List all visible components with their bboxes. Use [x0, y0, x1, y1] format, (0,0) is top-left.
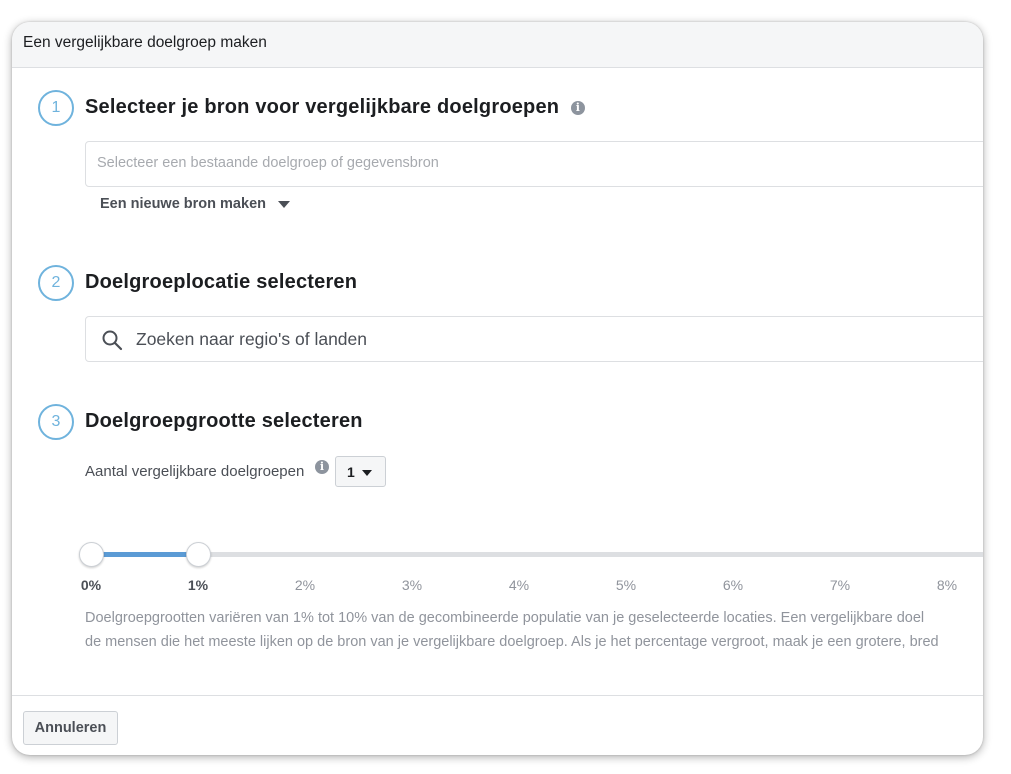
- slider-tick-label: 6%: [722, 577, 744, 593]
- cancel-button[interactable]: Annuleren: [23, 711, 118, 745]
- slider-tick-label: 4%: [508, 577, 530, 593]
- slider-handle-start[interactable]: [78, 542, 104, 567]
- step-3-circle: 3: [38, 404, 74, 440]
- slider-tick-label: 7%: [829, 577, 851, 593]
- size-description-line-2: de mensen die het meeste lijken op de br…: [85, 634, 939, 650]
- source-select-placeholder: Selecteer een bestaande doelgroep of geg…: [97, 155, 439, 171]
- slider-tick-label: 5%: [615, 577, 637, 593]
- lookalike-dialog: Een vergelijkbare doelgroep maken 1 Sele…: [12, 22, 983, 755]
- new-source-dropdown[interactable]: Een nieuwe bron maken: [100, 196, 290, 212]
- location-search-input[interactable]: Zoeken naar regio's of landen S: [85, 316, 983, 362]
- source-select-input[interactable]: Selecteer een bestaande doelgroep of geg…: [85, 141, 983, 187]
- slider-tick-label: 3%: [401, 577, 423, 593]
- new-source-label: Een nieuwe bron maken: [100, 196, 266, 212]
- size-description-line-1: Doelgroepgrootten variëren van 1% tot 10…: [85, 610, 925, 626]
- info-icon[interactable]: i: [315, 460, 329, 474]
- step-1-title-text: Selecteer je bron voor vergelijkbare doe…: [85, 96, 560, 118]
- slider-tick-label: 0%: [80, 577, 102, 593]
- slider-tick-label: 1%: [187, 577, 209, 593]
- step-1-title: Selecteer je bron voor vergelijkbare doe…: [85, 96, 585, 119]
- caret-down-icon: [278, 200, 290, 208]
- lookalike-count-value: 1: [347, 464, 355, 480]
- slider-tick-label: 8%: [936, 577, 958, 593]
- dialog-header: Een vergelijkbare doelgroep maken: [12, 22, 983, 68]
- size-slider-track[interactable]: [91, 552, 983, 557]
- footer-divider: [12, 695, 983, 696]
- caret-down-icon: [362, 470, 372, 476]
- slider-handle-end[interactable]: [185, 542, 211, 567]
- size-slider-fill: [91, 552, 198, 557]
- lookalike-count-select[interactable]: 1: [335, 456, 386, 487]
- location-search-placeholder: Zoeken naar regio's of landen: [136, 329, 367, 349]
- search-icon: [102, 330, 123, 351]
- step-2-circle: 2: [38, 265, 74, 301]
- lookalike-count-label: Aantal vergelijkbare doelgroepen: [85, 463, 305, 480]
- dialog-title: Een vergelijkbare doelgroep maken: [23, 34, 267, 51]
- step-1-circle: 1: [38, 90, 74, 126]
- slider-tick-label: 2%: [294, 577, 316, 593]
- info-icon[interactable]: i: [570, 100, 585, 115]
- step-3-title: Doelgroepgrootte selecteren: [85, 410, 363, 432]
- step-2-title: Doelgroeplocatie selecteren: [85, 271, 358, 293]
